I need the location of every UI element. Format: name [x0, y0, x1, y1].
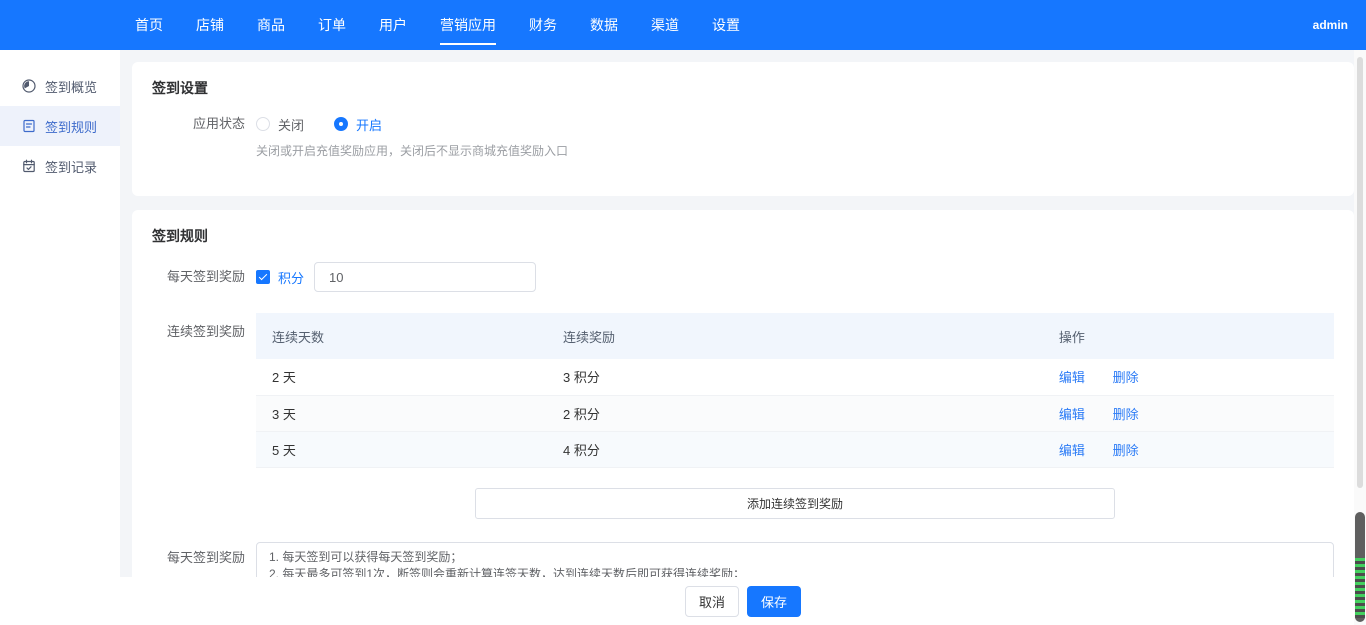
- footer-action-bar: 取消 保存: [0, 577, 1366, 625]
- app-status-row: 应用状态 关闭 开启: [152, 114, 1334, 134]
- daily-reward-row: 每天签到奖励 积分: [152, 262, 1334, 292]
- save-button[interactable]: 保存: [747, 586, 801, 617]
- continuous-reward-table: 连续天数 连续奖励 操作 2 天 3 积分 编辑 删除 3 天 2 积分 编辑 …: [256, 313, 1334, 468]
- daily-signin-notes-textarea[interactable]: 1. 每天签到可以获得每天签到奖励； 2. 每天最多可签到1次，断签则会重新计算…: [256, 542, 1334, 578]
- reward-table-row: 5 天 4 积分 编辑 删除: [256, 431, 1334, 467]
- sidebar: 签到概览 签到规则 签到记录: [0, 50, 120, 577]
- file-icon: [22, 119, 36, 133]
- ops-cell: 编辑 删除: [1043, 395, 1334, 431]
- continuous-reward-row: 连续签到奖励 连续天数 连续奖励 操作 2 天 3 积分 编辑 删除: [152, 313, 1334, 519]
- delete-link[interactable]: 删除: [1113, 370, 1139, 385]
- clock-icon: [22, 79, 36, 93]
- col-reward-header: 连续奖励: [547, 313, 1043, 359]
- col-days-header: 连续天数: [256, 313, 547, 359]
- reward-cell: 4 积分: [547, 431, 1043, 467]
- cancel-button[interactable]: 取消: [685, 586, 739, 617]
- calendar-icon: [22, 159, 36, 173]
- reward-table-body: 2 天 3 积分 编辑 删除 3 天 2 积分 编辑 删除 5 天 4 积分 编…: [256, 359, 1334, 467]
- col-ops-header: 操作: [1043, 313, 1334, 359]
- reward-table-row: 2 天 3 积分 编辑 删除: [256, 359, 1334, 395]
- daily-reward-label: 每天签到奖励: [152, 267, 245, 287]
- nav-item-order[interactable]: 订单: [318, 0, 346, 50]
- rules-card-title: 签到规则: [152, 226, 1334, 246]
- app-status-help-text: 关闭或开启充值奖励应用，关闭后不显示商城充值奖励入口: [256, 142, 1334, 159]
- days-cell: 3 天: [256, 395, 547, 431]
- continuous-reward-label: 连续签到奖励: [152, 313, 245, 342]
- delete-link[interactable]: 删除: [1113, 443, 1139, 458]
- ops-cell: 编辑 删除: [1043, 431, 1334, 467]
- daily-notes-label: 每天签到奖励: [152, 542, 245, 568]
- nav-item-shop[interactable]: 店铺: [196, 0, 224, 50]
- days-cell: 2 天: [256, 359, 547, 395]
- days-cell: 5 天: [256, 431, 547, 467]
- signin-settings-card: 签到设置 应用状态 关闭 开启 关闭或开启充值奖励应用，关闭后不显示商城充值奖励…: [132, 62, 1354, 196]
- nav-item-finance[interactable]: 财务: [529, 0, 557, 50]
- points-input[interactable]: [314, 262, 536, 292]
- radio-open[interactable]: 开启: [334, 115, 382, 134]
- nav-item-channel[interactable]: 渠道: [651, 0, 679, 50]
- edit-link[interactable]: 编辑: [1059, 407, 1085, 422]
- points-checkbox[interactable]: [256, 270, 270, 284]
- signin-rules-card: 签到规则 每天签到奖励 积分 连续签到奖励 连续天数 连续奖励 操作: [132, 210, 1354, 577]
- points-label: 积分: [278, 268, 304, 287]
- radio-unchecked-icon[interactable]: [256, 117, 270, 131]
- reward-table-row: 3 天 2 积分 编辑 删除: [256, 395, 1334, 431]
- add-continuous-reward-button[interactable]: 添加连续签到奖励: [475, 488, 1115, 519]
- table-header-row: 连续天数 连续奖励 操作: [256, 313, 1334, 359]
- radio-closed[interactable]: 关闭: [256, 115, 304, 134]
- ops-cell: 编辑 删除: [1043, 359, 1334, 395]
- top-header: 首页店铺商品订单用户营销应用财务数据渠道设置 admin: [0, 0, 1366, 50]
- admin-user-menu[interactable]: admin: [1313, 0, 1348, 50]
- delete-link[interactable]: 删除: [1113, 407, 1139, 422]
- nav-item-product[interactable]: 商品: [257, 0, 285, 50]
- main-content: 签到设置 应用状态 关闭 开启 关闭或开启充值奖励应用，关闭后不显示商城充值奖励…: [120, 50, 1366, 577]
- sidebar-item-signin-rules[interactable]: 签到规则: [0, 106, 120, 146]
- reward-cell: 2 积分: [547, 395, 1043, 431]
- daily-notes-row: 每天签到奖励 1. 每天签到可以获得每天签到奖励； 2. 每天最多可签到1次，断…: [152, 542, 1334, 578]
- edit-link[interactable]: 编辑: [1059, 370, 1085, 385]
- nav-item-settings[interactable]: 设置: [712, 0, 740, 50]
- nav-item-marketing[interactable]: 营销应用: [440, 0, 496, 50]
- app-status-radios: 关闭 开启: [256, 115, 1334, 134]
- scrollbar-thumb-outer[interactable]: [1355, 512, 1365, 622]
- page-scrollbar[interactable]: [1354, 50, 1366, 625]
- radio-checked-icon[interactable]: [334, 117, 348, 131]
- sidebar-item-signin-overview[interactable]: 签到概览: [0, 66, 120, 106]
- top-nav: 首页店铺商品订单用户营销应用财务数据渠道设置: [135, 0, 773, 50]
- edit-link[interactable]: 编辑: [1059, 443, 1085, 458]
- nav-item-user[interactable]: 用户: [379, 0, 407, 50]
- active-nav-underline: [440, 43, 496, 45]
- nav-item-home[interactable]: 首页: [135, 0, 163, 50]
- settings-card-title: 签到设置: [152, 78, 1334, 98]
- reward-cell: 3 积分: [547, 359, 1043, 395]
- app-status-label: 应用状态: [152, 114, 245, 134]
- nav-item-data[interactable]: 数据: [590, 0, 618, 50]
- scrollbar-thumb-inner[interactable]: [1357, 57, 1363, 488]
- sidebar-item-signin-records[interactable]: 签到记录: [0, 146, 120, 186]
